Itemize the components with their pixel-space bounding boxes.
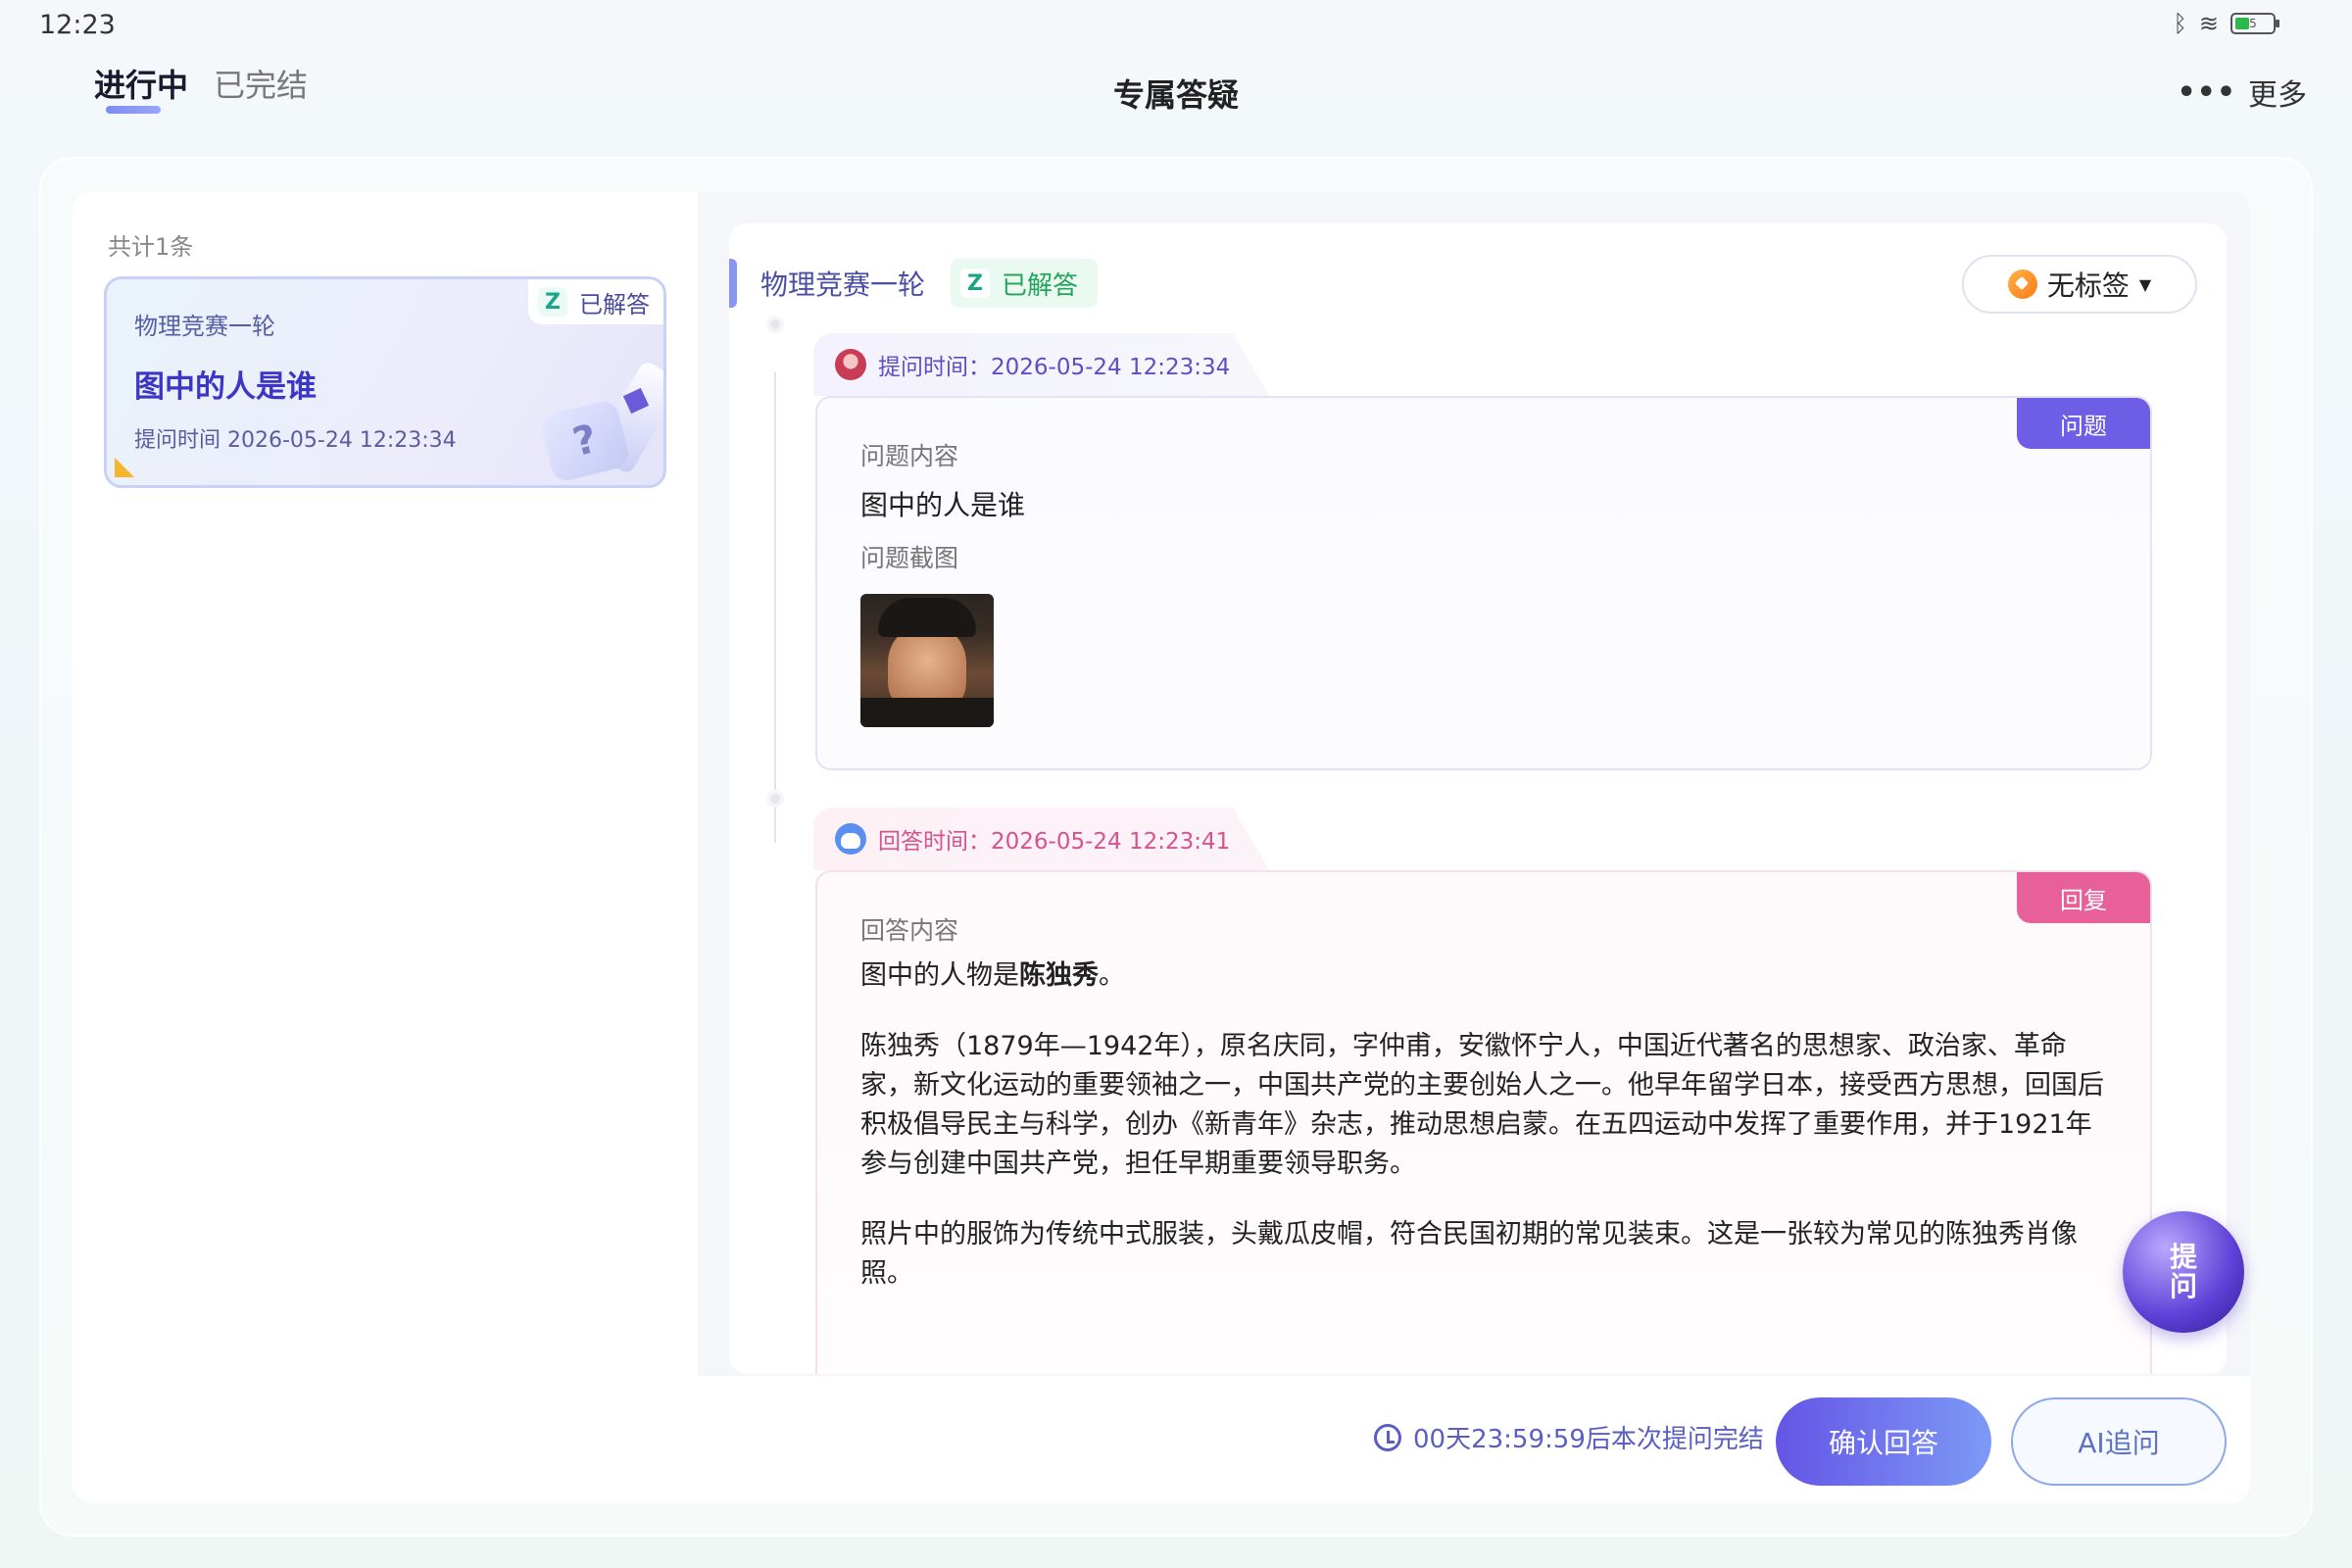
portrait-hat [878, 598, 976, 637]
question-card-title: 图中的人是谁 [134, 369, 317, 405]
z-logo-icon: Z [538, 287, 567, 317]
detail-status-badge: Z 已解答 [951, 259, 1099, 308]
question-content: 图中的人是谁 [860, 489, 1026, 521]
answer-lead-text: 图中的人物是 [860, 960, 1019, 991]
question-time: 提问时间：2026-05-24 12:23:34 [878, 355, 1231, 380]
detail-panel: 物理竞赛一轮 Z 已解答 无标签 ▼ 提问时间：2026-05-24 12:23… [698, 192, 2250, 1503]
question-screenshot-image[interactable] [860, 594, 994, 727]
status-icons: ᛒ ≋ 5 [2173, 10, 2279, 37]
list-count: 共计1条 [108, 233, 194, 261]
answer-time: 回答时间：2026-05-24 12:23:41 [878, 829, 1231, 855]
countdown: 00天23:59:59后本次提问完结 [1374, 1419, 1764, 1455]
clock-icon [1374, 1423, 1401, 1451]
tag-icon [2007, 270, 2037, 299]
action-footer: 00天23:59:59后本次提问完结 确认回答 AI追问 [698, 1376, 2250, 1503]
ask-float-line1: 提 [2169, 1241, 2197, 1273]
countdown-text: 00天23:59:59后本次提问完结 [1413, 1425, 1764, 1454]
answer-lead: 图中的人物是陈独秀。 [860, 956, 2105, 996]
page-title: 专属答疑 [1112, 76, 1239, 114]
status-bar: 12:23 ᛒ ≋ 5 [0, 0, 2352, 49]
card-corner-marker-icon [115, 458, 134, 477]
answer-lead-name: 陈独秀 [1019, 960, 1099, 991]
question-list-panel: 共计1条 ? Z 已解答 物理竞赛一轮 图中的人是谁 提问时间 2026-05-… [73, 192, 698, 1503]
answer-paragraph: 照片中的服饰为传统中式服装，头戴瓜皮帽，符合民国初期的常见装束。这是一张较为常见… [860, 1219, 2078, 1289]
caret-down-icon: ▼ [2138, 274, 2152, 294]
tag-label: 无标签 [2046, 270, 2130, 302]
question-corner-label: 问题 [2017, 398, 2150, 449]
detail-card: 物理竞赛一轮 Z 已解答 无标签 ▼ 提问时间：2026-05-24 12:23… [729, 223, 2227, 1374]
wifi-icon: ≋ [2198, 10, 2219, 37]
confirm-answer-button[interactable]: 确认回答 [1776, 1397, 1991, 1486]
question-card-time: 提问时间 2026-05-24 12:23:34 [134, 428, 457, 453]
answer-time-tab: 回答时间：2026-05-24 12:23:41 [813, 808, 1270, 870]
question-screenshot-label: 问题截图 [860, 544, 959, 572]
timeline-dot [766, 316, 784, 333]
question-mark-decoration-icon: ? [538, 398, 632, 484]
timeline-line [774, 372, 776, 843]
question-content-label: 问题内容 [860, 442, 959, 470]
battery-level: 5 [2249, 17, 2257, 30]
tag-selector[interactable]: 无标签 ▼ [1962, 255, 2197, 314]
question-box: 问题 问题内容 图中的人是谁 问题截图 [815, 396, 2152, 770]
detail-header: 物理竞赛一轮 Z 已解答 [729, 259, 1099, 308]
answer-corner-label: 回复 [2017, 872, 2150, 923]
ask-float-button[interactable]: 提 问 [2123, 1211, 2244, 1333]
detail-status: 已解答 [1002, 270, 1079, 301]
answer-lead-end: 。 [1099, 960, 1125, 991]
question-card[interactable]: ? Z 已解答 物理竞赛一轮 图中的人是谁 提问时间 2026-05-24 12… [104, 276, 666, 488]
more-button[interactable]: ••• 更多 [2177, 71, 2307, 114]
question-time-tab: 提问时间：2026-05-24 12:23:34 [813, 333, 1270, 396]
question-card-status-badge: Z 已解答 [528, 279, 663, 324]
ask-float-line2: 问 [2169, 1270, 2197, 1302]
answer-content-label: 回答内容 [860, 916, 959, 945]
portrait-body [860, 698, 994, 727]
question-card-status: 已解答 [579, 290, 650, 318]
detail-subject: 物理竞赛一轮 [760, 269, 926, 301]
status-time: 12:23 [39, 10, 116, 40]
question-card-subject: 物理竞赛一轮 [134, 313, 275, 340]
timeline-dot [766, 790, 784, 808]
battery-icon: 5 [2230, 13, 2279, 34]
ai-followup-button[interactable]: AI追问 [2011, 1397, 2227, 1486]
accent-bar [729, 259, 737, 308]
z-logo-icon: Z [960, 269, 991, 298]
bluetooth-icon: ᛒ [2173, 10, 2187, 37]
more-label: 更多 [2248, 78, 2307, 113]
more-dots-icon: ••• [2177, 74, 2236, 110]
answer-box: 回复 回答内容 图中的人物是陈独秀。 陈独秀（1879年—1942年），原名庆同… [815, 870, 2152, 1374]
teacher-avatar [835, 823, 866, 855]
answer-paragraph: 陈独秀（1879年—1942年），原名庆同，字仲甫，安徽怀宁人，中国近代著名的思… [860, 1031, 2104, 1179]
student-avatar [835, 349, 866, 380]
